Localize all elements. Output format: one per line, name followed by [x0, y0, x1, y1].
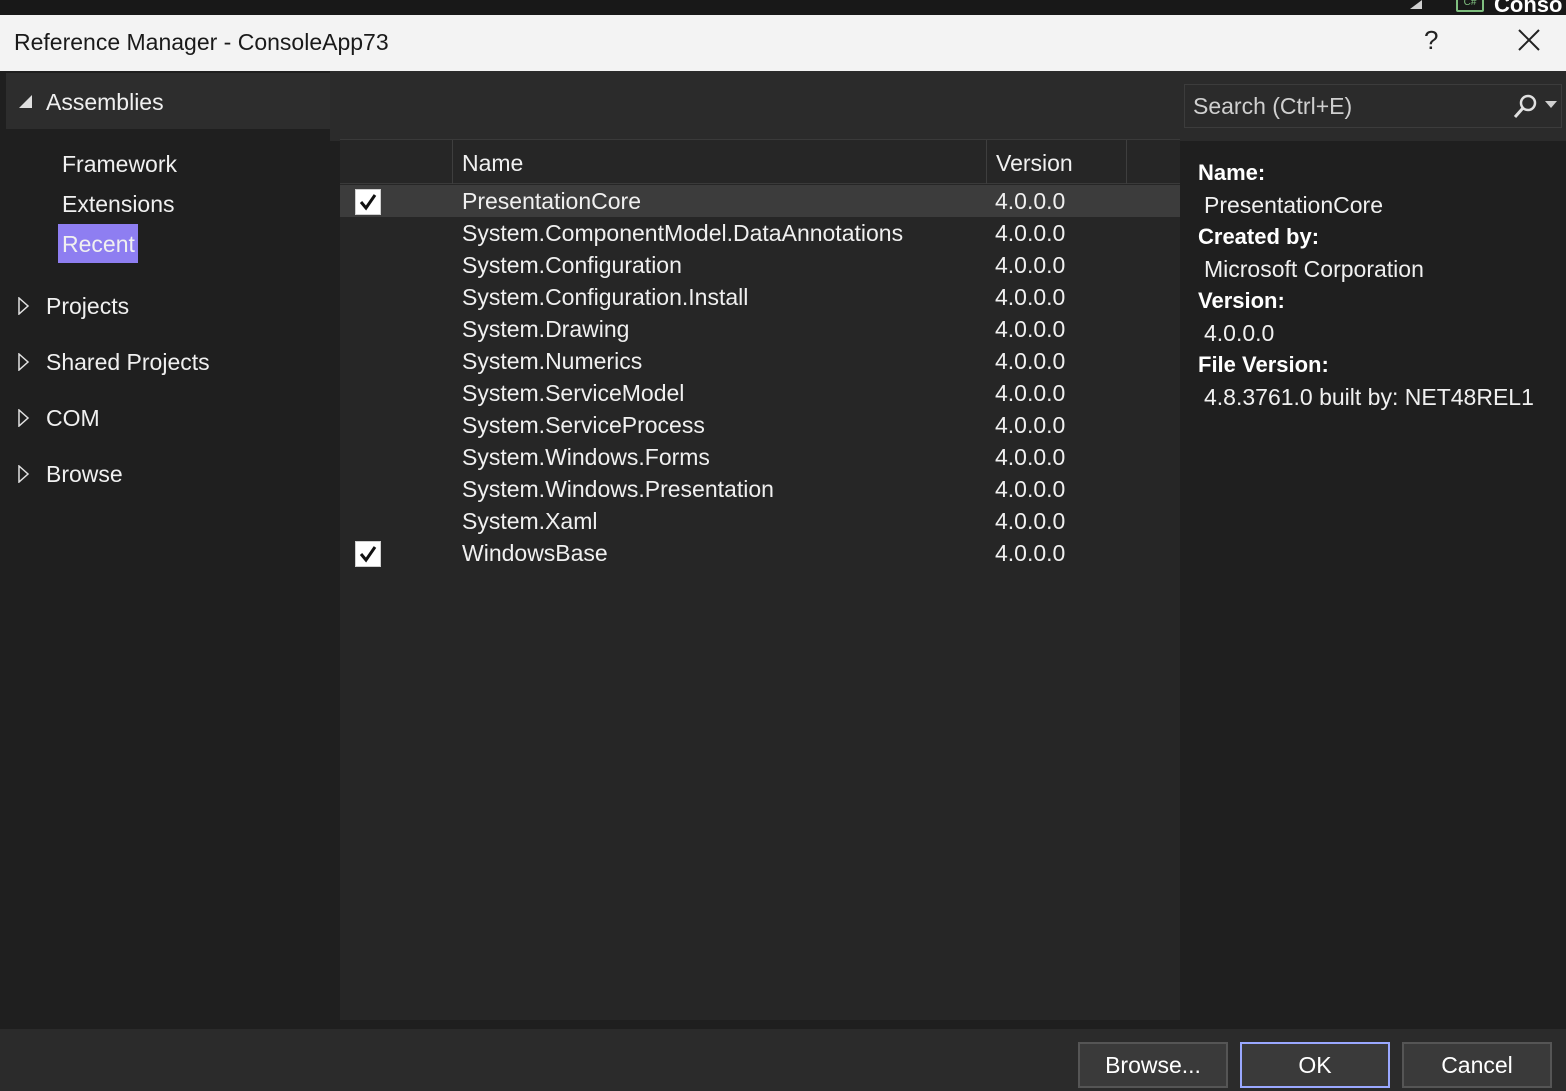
nav-assemblies-label: Assemblies [46, 89, 164, 115]
header-divider[interactable] [452, 140, 453, 184]
expand-com-icon[interactable] [18, 409, 30, 427]
expand-shared-projects-icon[interactable] [18, 353, 30, 371]
detail-name-value: PresentationCore [1204, 192, 1383, 218]
row-name: System.ServiceModel [462, 380, 685, 406]
row-name: System.Xaml [462, 508, 598, 534]
category-nav: Assemblies Framework Extensions Recent P… [0, 71, 330, 1029]
header-divider[interactable] [1126, 140, 1127, 184]
table-row[interactable]: System.Numerics 4.0.0.0 [340, 345, 1180, 377]
row-version: 4.0.0.0 [995, 252, 1066, 278]
row-checkbox[interactable] [355, 541, 381, 567]
table-row[interactable]: System.Windows.Forms 4.0.0.0 [340, 441, 1180, 473]
nav-item-com[interactable]: COM [46, 405, 100, 432]
table-row[interactable]: System.Configuration.Install 4.0.0.0 [340, 281, 1180, 313]
row-name: System.Configuration [462, 252, 682, 278]
nav-item-framework[interactable]: Framework [62, 151, 177, 178]
help-button[interactable]: ? [1424, 25, 1438, 56]
csharp-project-icon: C# [1456, 0, 1484, 12]
detail-name-label: Name: [1198, 160, 1266, 185]
nav-assemblies[interactable]: Assemblies [6, 73, 330, 129]
expand-projects-icon[interactable] [18, 297, 30, 315]
search-box [1184, 84, 1562, 128]
row-version: 4.0.0.0 [995, 380, 1066, 406]
row-version: 4.0.0.0 [995, 508, 1066, 534]
table-row[interactable]: System.Windows.Presentation 4.0.0.0 [340, 473, 1180, 505]
header-divider[interactable] [986, 140, 987, 184]
row-name: System.Numerics [462, 348, 643, 374]
detail-created-label: Created by: [1198, 224, 1320, 249]
ok-button[interactable]: OK [1240, 1042, 1390, 1088]
search-input[interactable] [1193, 91, 1503, 121]
table-row[interactable]: System.ComponentModel.DataAnnotations 4.0… [340, 217, 1180, 249]
checkmark-icon [359, 546, 377, 563]
nav-item-browse[interactable]: Browse [46, 461, 123, 488]
table-row[interactable]: System.Drawing 4.0.0.0 [340, 313, 1180, 345]
nav-item-extensions[interactable]: Extensions [62, 191, 175, 218]
table-row[interactable]: PresentationCore 4.0.0.0 [340, 185, 1180, 217]
table-row[interactable]: WindowsBase 4.0.0.0 [340, 537, 1180, 569]
detail-version-value: 4.0.0.0 [1204, 320, 1275, 346]
search-options-dropdown-icon[interactable] [1545, 101, 1557, 108]
detail-file-version-value: 4.8.3761.0 built by: NET48REL1 [1204, 384, 1534, 410]
nav-item-projects[interactable]: Projects [46, 293, 129, 320]
row-name: System.ServiceProcess [462, 412, 705, 438]
checkmark-icon [359, 194, 377, 211]
table-row[interactable]: System.Xaml 4.0.0.0 [340, 505, 1180, 537]
row-version: 4.0.0.0 [995, 476, 1066, 502]
row-version: 4.0.0.0 [995, 284, 1066, 310]
dialog-titlebar: Reference Manager - ConsoleApp73 ? [0, 15, 1566, 71]
ide-dropdown-icon [1410, 0, 1422, 9]
search-icon[interactable] [1511, 93, 1539, 121]
row-name: System.Windows.Forms [462, 444, 710, 470]
table-row[interactable]: System.Configuration 4.0.0.0 [340, 249, 1180, 281]
row-name: System.Configuration.Install [462, 284, 749, 310]
ide-background-strip: C# Conso [0, 0, 1566, 17]
column-header-version[interactable]: Version [996, 150, 1073, 177]
row-name: PresentationCore [462, 188, 641, 214]
cancel-button[interactable]: Cancel [1402, 1042, 1552, 1088]
row-name: WindowsBase [462, 540, 608, 566]
detail-file-version-label: File Version: [1198, 352, 1329, 377]
browse-button[interactable]: Browse... [1078, 1042, 1228, 1088]
assembly-list: Name Version PresentationCore 4.0.0.0 Syst… [340, 139, 1180, 1020]
row-version: 4.0.0.0 [995, 540, 1066, 566]
row-version: 4.0.0.0 [995, 188, 1066, 214]
close-icon[interactable] [1512, 23, 1546, 57]
row-version: 4.0.0.0 [995, 348, 1066, 374]
list-header: Name Version [340, 140, 1180, 184]
nav-item-shared-projects[interactable]: Shared Projects [46, 349, 210, 376]
row-version: 4.0.0.0 [995, 444, 1066, 470]
dialog-title: Reference Manager - ConsoleApp73 [14, 29, 389, 55]
row-version: 4.0.0.0 [995, 220, 1066, 246]
detail-created-value: Microsoft Corporation [1204, 256, 1424, 282]
expand-browse-icon[interactable] [18, 465, 30, 483]
table-row[interactable]: System.ServiceModel 4.0.0.0 [340, 377, 1180, 409]
row-name: System.Drawing [462, 316, 630, 342]
row-checkbox[interactable] [355, 189, 381, 215]
nav-item-recent[interactable]: Recent [62, 231, 135, 258]
table-row[interactable]: System.ServiceProcess 4.0.0.0 [340, 409, 1180, 441]
column-header-name[interactable]: Name [462, 150, 523, 177]
row-name: System.ComponentModel.DataAnnotations [462, 220, 904, 246]
detail-version-label: Version: [1198, 288, 1285, 313]
row-version: 4.0.0.0 [995, 412, 1066, 438]
collapse-triangle-icon [19, 95, 32, 108]
row-name: System.Windows.Presentation [462, 476, 774, 502]
row-version: 4.0.0.0 [995, 316, 1066, 342]
